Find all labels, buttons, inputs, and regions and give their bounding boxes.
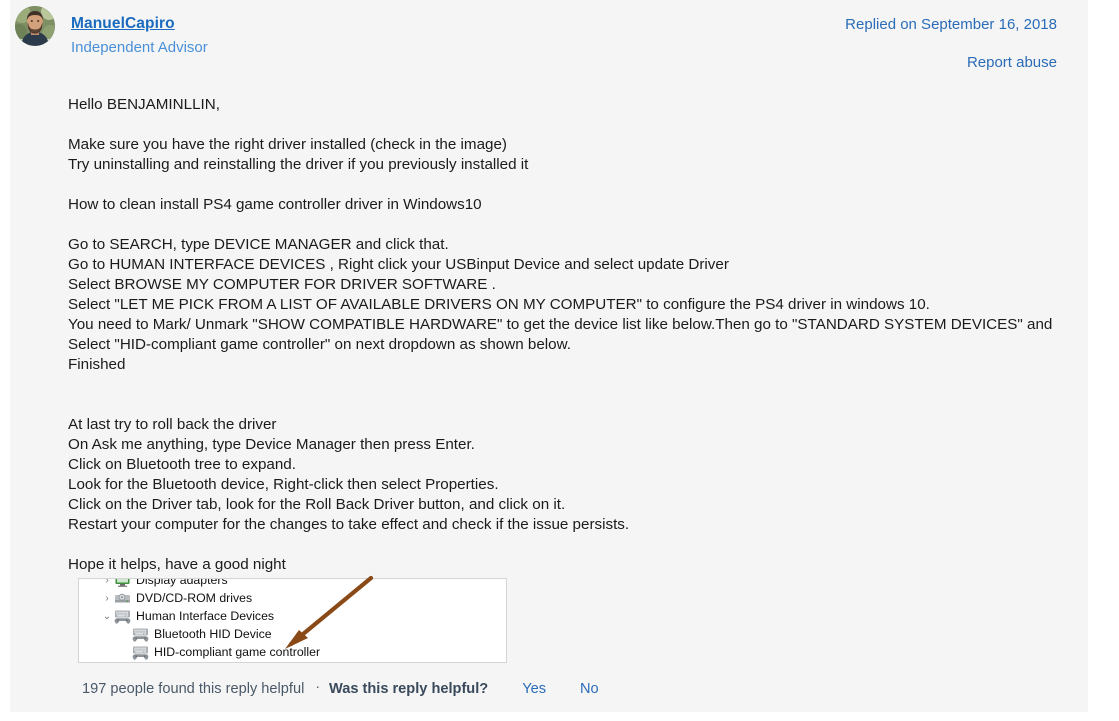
closing-paragraph: Hope it helps, have a good night — [68, 555, 1063, 575]
chevron-down-icon[interactable]: ⌄ — [100, 611, 114, 622]
closing-line: Hope it helps, have a good night — [68, 556, 286, 573]
clean-install-steps: Go to SEARCH, type DEVICE MANAGER and cl… — [68, 235, 1063, 375]
roll-back-step-3: Click on Bluetooth tree to expand. — [68, 456, 296, 473]
device-tree-label: Display adapters — [136, 578, 228, 587]
clean-install-heading-paragraph: How to clean install PS4 game controller… — [68, 195, 1063, 215]
driver-check-paragraph: Make sure you have the right driver inst… — [68, 135, 1063, 175]
clean-install-heading: How to clean install PS4 game controller… — [68, 196, 482, 213]
answer-card: ManuelCapiro Independent Advisor Replied… — [10, 0, 1088, 712]
vote-no-button[interactable]: No — [580, 681, 599, 697]
hid-icon — [114, 609, 131, 624]
chevron-right-icon[interactable]: › — [100, 593, 114, 604]
device-tree-label: Bluetooth HID Device — [154, 627, 272, 641]
answer-meta: Replied on September 16, 2018 Report abu… — [845, 14, 1057, 74]
author-name-link[interactable]: ManuelCapiro — [71, 13, 208, 35]
replied-on-label: Replied on September 16, 2018 — [845, 16, 1057, 33]
embedded-screenshot[interactable]: › Display adapters › DVD/CD-ROM drives ⌄… — [78, 578, 507, 663]
helpful-question-label: Was this reply helpful? — [328, 681, 489, 697]
avatar — [15, 6, 55, 46]
display-adapter-icon — [114, 579, 131, 588]
chevron-right-icon[interactable]: › — [100, 579, 114, 586]
dvd-drive-icon — [114, 591, 131, 606]
roll-back-step-5: Click on the Driver tab, look for the Ro… — [68, 496, 566, 513]
helpfulness-bar: 197 people found this reply helpful · Wa… — [10, 672, 1088, 706]
report-abuse-link[interactable]: Report abuse — [967, 52, 1057, 74]
separator-dot: · — [315, 678, 320, 694]
roll-back-step-2: On Ask me anything, type Device Manager … — [68, 436, 475, 453]
clean-install-step-4: Select "LET ME PICK FROM A LIST OF AVAIL… — [68, 296, 930, 313]
clean-install-step-5: You need to Mark/ Unmark "SHOW COMPATIBL… — [68, 316, 1057, 353]
device-tree-label: HID-compliant game controller — [154, 645, 321, 659]
device-tree-row[interactable]: HID-compliant game controller — [79, 643, 506, 661]
vote-yes-button[interactable]: Yes — [522, 681, 546, 697]
helpful-count-label: 197 people found this reply helpful — [82, 681, 305, 697]
greeting-paragraph: Hello BENJAMINLLIN, — [68, 95, 1063, 115]
hid-icon — [132, 627, 149, 642]
roll-back-steps: At last try to roll back the driver On A… — [68, 415, 1063, 535]
clean-install-step-3: Select BROWSE MY COMPUTER FOR DRIVER SOF… — [68, 276, 496, 293]
device-tree-label: DVD/CD-ROM drives — [136, 591, 253, 605]
author-block: ManuelCapiro Independent Advisor — [71, 13, 208, 59]
device-tree-row[interactable]: Bluetooth HID Device — [79, 625, 506, 643]
roll-back-step-4: Look for the Bluetooth device, Right-cli… — [68, 476, 499, 493]
hid-icon — [132, 645, 149, 660]
device-tree-row[interactable]: › Display adapters — [79, 578, 506, 589]
driver-check-line-1: Make sure you have the right driver inst… — [68, 136, 507, 153]
device-tree-label: Human Interface Devices — [136, 609, 275, 623]
device-tree-row[interactable]: ⌄ Human Interface Devices — [79, 607, 506, 625]
greeting-line: Hello BENJAMINLLIN, — [68, 96, 220, 113]
clean-install-step-6: Finished — [68, 356, 126, 373]
roll-back-step-6: Restart your computer for the changes to… — [68, 516, 630, 533]
author-role-label: Independent Advisor — [71, 39, 208, 56]
roll-back-step-1: At last try to roll back the driver — [68, 416, 277, 433]
answer-body: Hello BENJAMINLLIN, Make sure you have t… — [68, 95, 1063, 575]
device-tree-row[interactable]: › DVD/CD-ROM drives — [79, 589, 506, 607]
answer-header: ManuelCapiro Independent Advisor Replied… — [10, 0, 1088, 86]
driver-check-line-2: Try uninstalling and reinstalling the dr… — [68, 156, 529, 173]
clean-install-step-2: Go to HUMAN INTERFACE DEVICES , Right cl… — [68, 256, 729, 273]
clean-install-step-1: Go to SEARCH, type DEVICE MANAGER and cl… — [68, 236, 449, 253]
